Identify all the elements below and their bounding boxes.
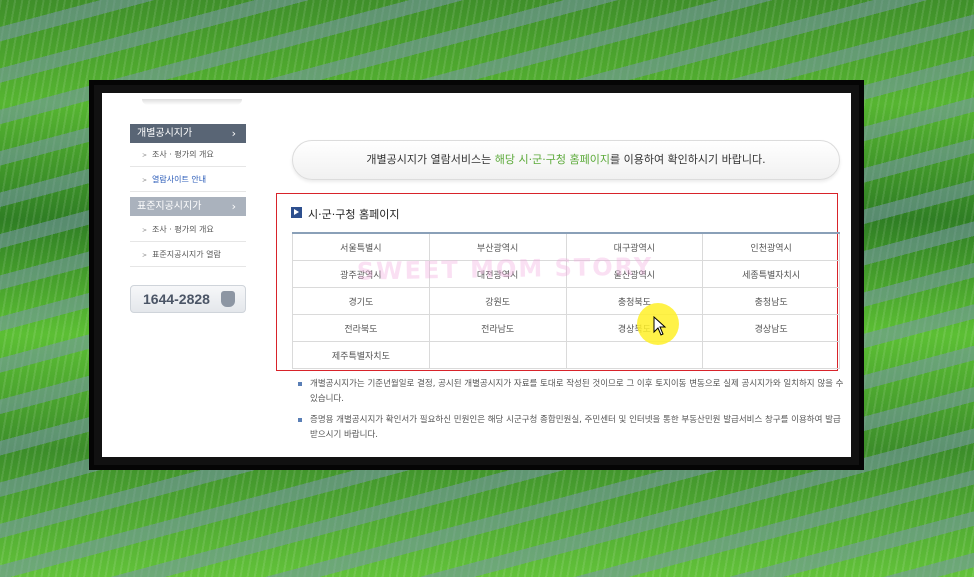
- notice-bar: 개별공시지가 열람서비스는 해당 시·군·구청 홈페이지를 이용하여 확인하시기…: [292, 140, 840, 180]
- region-link-chungnam[interactable]: 충청남도: [702, 287, 840, 315]
- sidebar-item-label: 표준지공시지가 열람: [152, 250, 221, 259]
- note-text: 개별공시지가는 기준년월일로 결정, 공시된 개별공시지가 자료를 토대로 작성…: [310, 379, 844, 404]
- bullet-icon: >: [142, 252, 148, 259]
- screenshot-frame: 개별공시지가 › > 조사 · 평가의 개요 > 열람사이트 안내 표준지공시지가 …: [89, 80, 864, 470]
- sidebar-menu-individual-land-price[interactable]: 개별공시지가 ›: [130, 124, 246, 143]
- bullet-icon: >: [142, 177, 148, 184]
- region-link-table: 서울특별시 부산광역시 대구광역시 인천광역시 광주광역시 대전광역시 울산광역…: [292, 232, 840, 369]
- square-bullet-icon: [298, 418, 302, 422]
- notice-prefix: 개별공시지가 열람서비스는: [366, 153, 495, 166]
- region-link-incheon[interactable]: 인천광역시: [702, 232, 840, 261]
- phone-number: 1644-2828: [143, 291, 210, 307]
- square-bullet-icon: [298, 382, 302, 386]
- section-title-text: 시·군·구청 홈페이지: [308, 208, 400, 221]
- sidebar-item-standard-price-view[interactable]: > 표준지공시지가 열람: [130, 243, 246, 267]
- empty-cell: [428, 341, 567, 369]
- region-link-chungbuk[interactable]: 충청북도: [565, 287, 704, 315]
- bullet-icon: >: [142, 227, 148, 234]
- webpage-screen: 개별공시지가 › > 조사 · 평가의 개요 > 열람사이트 안내 표준지공시지가 …: [102, 93, 851, 457]
- notice-suffix: 를 이용하여 확인하시기 바랍니다.: [609, 153, 766, 166]
- sidebar-top-decoration: [142, 99, 242, 105]
- bullet-icon: >: [142, 152, 148, 159]
- region-link-jeju[interactable]: 제주특별자치도: [292, 341, 430, 369]
- note-text: 증명용 개별공시지가 확인서가 필요하신 민원인은 해당 시군구청 종합민원실,…: [310, 415, 841, 440]
- region-link-sejong[interactable]: 세종특별자치시: [702, 260, 840, 288]
- region-link-gyeongbuk[interactable]: 경상북도: [565, 314, 704, 342]
- region-link-gyeongnam[interactable]: 경상남도: [702, 314, 840, 342]
- region-link-jeonbuk[interactable]: 전라북도: [292, 314, 430, 342]
- sidebar-menu-label: 표준지공시지가: [137, 201, 202, 212]
- sidebar-menu-label: 개별공시지가: [137, 128, 193, 139]
- callcenter-phone-banner: 1644-2828: [130, 285, 246, 313]
- notice-highlight: 해당 시·군·구청 홈페이지: [494, 153, 610, 166]
- empty-cell: [565, 341, 704, 369]
- region-link-gangwon[interactable]: 강원도: [428, 287, 567, 315]
- note-item: 증명용 개별공시지가 확인서가 필요하신 민원인은 해당 시군구청 종합민원실,…: [298, 413, 844, 443]
- region-link-gyeonggi[interactable]: 경기도: [292, 287, 430, 315]
- sidebar-item-survey-overview[interactable]: > 조사 · 평가의 개요: [130, 143, 246, 167]
- notes-list: 개별공시지가는 기준년월일로 결정, 공시된 개별공시지가 자료를 토대로 작성…: [298, 377, 844, 449]
- sidebar-menu-standard-land-price[interactable]: 표준지공시지가 ›: [130, 197, 246, 216]
- telephone-icon: [221, 291, 235, 307]
- section-title: 시·군·구청 홈페이지: [292, 206, 399, 222]
- sidebar-item-site-guide[interactable]: > 열람사이트 안내: [130, 168, 246, 192]
- sidebar-item-label: 조사 · 평가의 개요: [152, 225, 214, 234]
- chevron-right-icon: ›: [231, 127, 236, 140]
- mouse-pointer-icon: [653, 316, 667, 336]
- sidebar-item-label: 열람사이트 안내: [152, 175, 207, 184]
- sidebar-item-label: 조사 · 평가의 개요: [152, 150, 214, 159]
- sidebar-item-standard-survey-overview[interactable]: > 조사 · 평가의 개요: [130, 218, 246, 242]
- empty-cell: [702, 341, 840, 369]
- note-item: 개별공시지가는 기준년월일로 결정, 공시된 개별공시지가 자료를 토대로 작성…: [298, 377, 844, 407]
- chevron-right-icon: ›: [231, 200, 236, 213]
- region-link-jeonnam[interactable]: 전라남도: [428, 314, 567, 342]
